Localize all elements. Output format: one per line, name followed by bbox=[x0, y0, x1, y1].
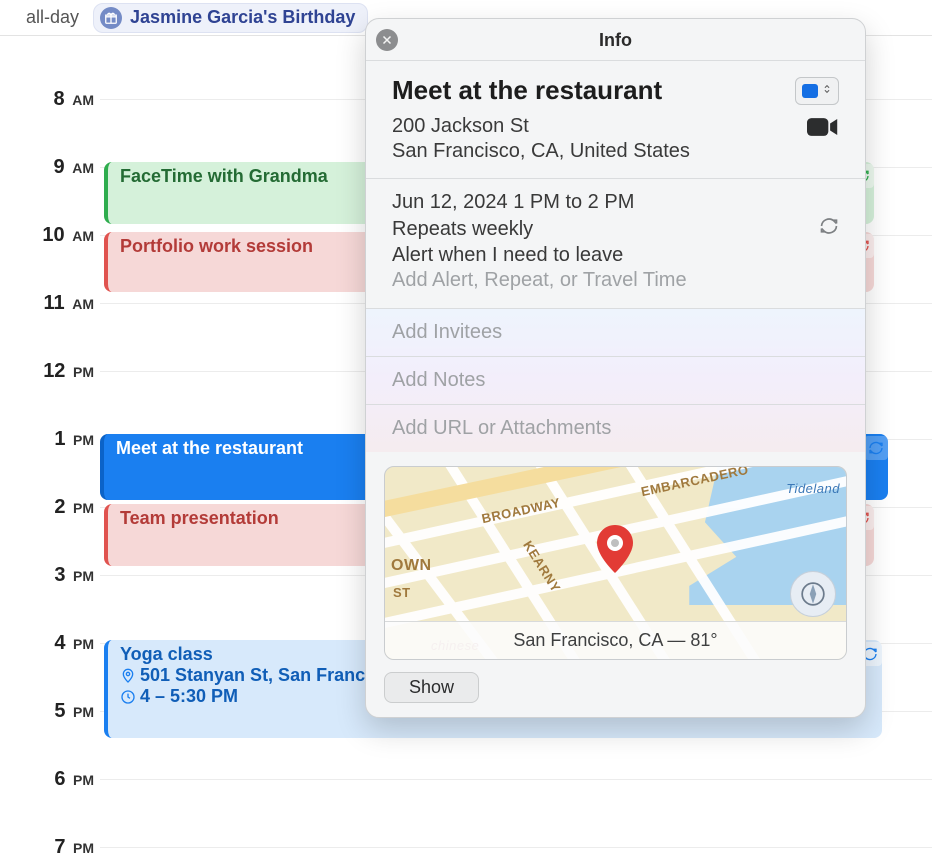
event-alert-row[interactable]: Alert when I need to leave bbox=[392, 244, 839, 267]
hour-label-2pm: 2 PM bbox=[0, 496, 100, 519]
map-compass-button[interactable] bbox=[790, 571, 836, 617]
event-header-section: Meet at the restaurant 200 Jackson St Sa… bbox=[366, 61, 865, 179]
event-datetime[interactable]: Jun 12, 2024 1 PM to 2 PM bbox=[392, 191, 839, 214]
event-title: Portfolio work session bbox=[120, 236, 313, 256]
hour-label-10am: 10 AM bbox=[0, 224, 100, 247]
map-area-label: OWN bbox=[391, 557, 432, 575]
show-button[interactable]: Show bbox=[384, 672, 479, 703]
location-map[interactable]: BROADWAY EMBARCADERO KEARNY OWN ST Tidel… bbox=[384, 466, 847, 660]
gift-icon bbox=[100, 7, 122, 29]
add-invitees-field[interactable]: Add Invitees bbox=[366, 309, 865, 357]
event-time: 4 – 5:30 PM bbox=[140, 686, 238, 707]
chevron-updown-icon bbox=[822, 81, 832, 102]
event-title: Meet at the restaurant bbox=[116, 438, 303, 458]
hour-label-3pm: 3 PM bbox=[0, 564, 100, 587]
hour-label-4pm: 4 PM bbox=[0, 632, 100, 655]
all-day-event-title: Jasmine Garcia's Birthday bbox=[130, 7, 355, 28]
hour-label-8am: 8 AM bbox=[0, 88, 100, 111]
map-pin-icon bbox=[597, 525, 633, 578]
add-alert-repeat-travel[interactable]: Add Alert, Repeat, or Travel Time bbox=[392, 269, 839, 292]
repeat-icon bbox=[864, 436, 888, 460]
all-day-birthday-event[interactable]: Jasmine Garcia's Birthday bbox=[93, 3, 368, 33]
hour-label-12pm: 12 PM bbox=[0, 360, 100, 383]
all-day-label: all-day bbox=[26, 7, 79, 28]
hour-label-5pm: 5 PM bbox=[0, 700, 100, 723]
hour-label-11am: 11 AM bbox=[0, 292, 100, 315]
event-title-field[interactable]: Meet at the restaurant bbox=[392, 75, 662, 106]
repeat-icon bbox=[819, 216, 839, 242]
add-notes-field[interactable]: Add Notes bbox=[366, 357, 865, 405]
hour-label-9am: 9 AM bbox=[0, 156, 100, 179]
popover-titlebar: Info bbox=[366, 19, 865, 61]
event-info-popover: Info Meet at the restaurant 200 Jackson … bbox=[365, 18, 866, 718]
event-datetime-section: Jun 12, 2024 1 PM to 2 PM Repeats weekly… bbox=[366, 179, 865, 309]
location-pin-icon bbox=[120, 668, 136, 684]
event-repeat-row[interactable]: Repeats weekly bbox=[392, 216, 839, 242]
event-title: Team presentation bbox=[120, 508, 279, 528]
clock-icon bbox=[120, 689, 136, 705]
event-title: FaceTime with Grandma bbox=[120, 166, 328, 186]
map-water-label: Tideland bbox=[786, 481, 840, 496]
add-url-attachments-field[interactable]: Add URL or Attachments bbox=[366, 405, 865, 452]
hour-label-6pm: 6 PM bbox=[0, 768, 100, 791]
calendar-color-select[interactable] bbox=[795, 77, 839, 105]
close-button[interactable] bbox=[376, 29, 398, 51]
calendar-color-swatch bbox=[802, 84, 818, 98]
popover-title: Info bbox=[366, 19, 865, 61]
map-weather-banner: San Francisco, CA — 81° bbox=[385, 621, 846, 659]
hour-label-1pm: 1 PM bbox=[0, 428, 100, 451]
map-street-label: ST bbox=[393, 585, 411, 600]
event-location-field[interactable]: 200 Jackson St San Francisco, CA, United… bbox=[392, 114, 690, 164]
hour-label-7pm: 7 PM bbox=[0, 836, 100, 859]
event-location: 501 Stanyan St, San Francisco bbox=[140, 665, 401, 686]
facetime-button[interactable] bbox=[807, 116, 839, 143]
